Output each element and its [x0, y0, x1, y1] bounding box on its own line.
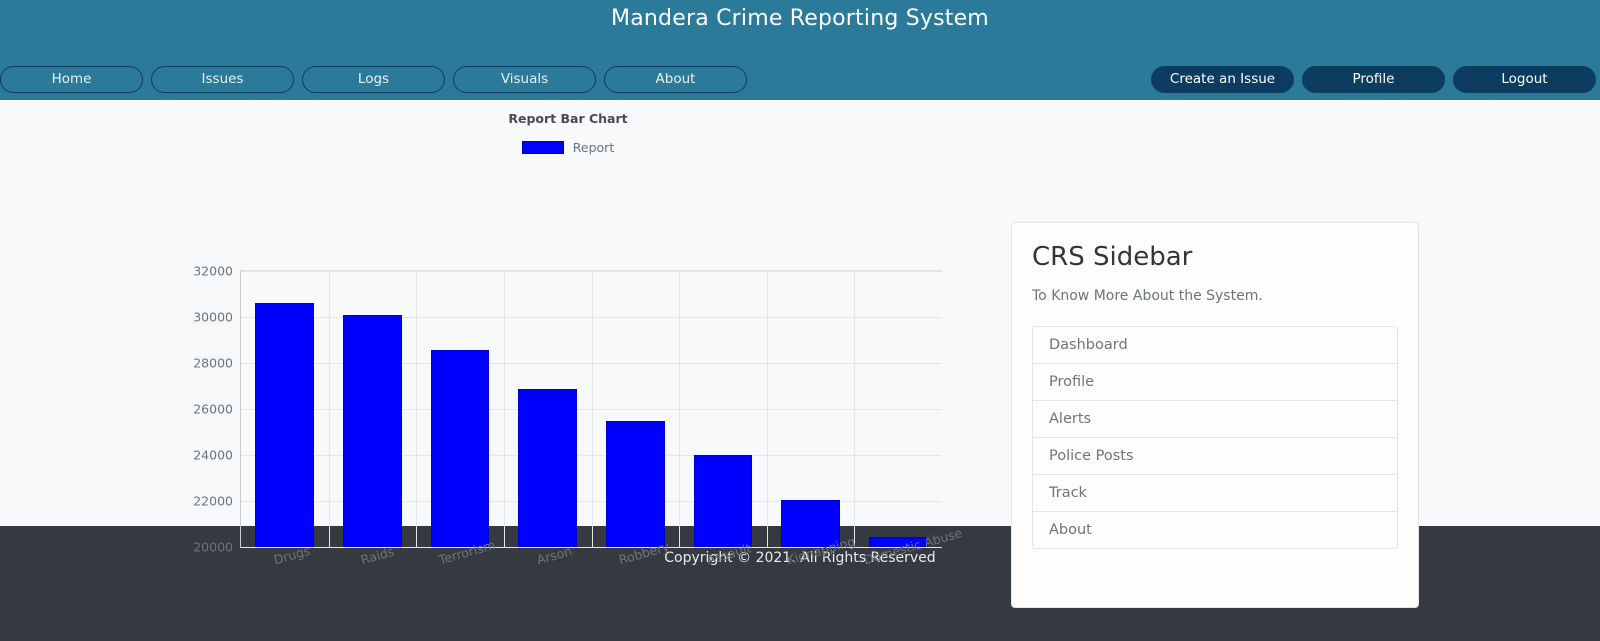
nav-item-logs[interactable]: Logs — [302, 66, 445, 93]
sidebar-item-police-posts[interactable]: Police Posts — [1033, 437, 1397, 475]
y-axis-tick: 20000 — [193, 539, 233, 555]
sidebar-subtitle: To Know More About the System. — [1032, 287, 1263, 304]
bar-slot: Domestic Abuse — [854, 271, 964, 567]
logout-button[interactable]: Logout — [1453, 66, 1596, 93]
bar-assault[interactable] — [693, 455, 753, 547]
bar-slot: Assault — [679, 271, 767, 567]
bar-drugs[interactable] — [255, 303, 315, 547]
page-title: Mandera Crime Reporting System — [611, 6, 989, 31]
bar-slot: Kidnapping — [767, 271, 856, 567]
y-axis-tick: 26000 — [193, 401, 233, 417]
profile-button[interactable]: Profile — [1302, 66, 1445, 93]
nav-item-about[interactable]: About — [604, 66, 747, 93]
y-axis-tick: 22000 — [193, 493, 233, 509]
bar-raids[interactable] — [343, 314, 402, 547]
bar-slot: Terrorism — [416, 271, 504, 567]
nav-item-issues[interactable]: Issues — [151, 66, 294, 93]
sidebar-list: Dashboard Profile Alerts Police Posts Track A… — [1032, 325, 1398, 549]
bar-slot: Drugs — [241, 271, 329, 567]
legend-label-report: Report — [572, 140, 615, 155]
legend-swatch-report — [521, 141, 564, 154]
chart-legend: Report — [0, 140, 1136, 155]
y-axis-tick: 32000 — [193, 263, 233, 279]
sidebar-item-profile[interactable]: Profile — [1033, 363, 1397, 401]
main-navigation: Home Issues Logs Visuals About Create an… — [0, 66, 1600, 93]
main-content: Report Bar Chart Report 20000 22000 24000 2… — [0, 100, 1600, 608]
nav-item-home[interactable]: Home — [0, 66, 143, 93]
chart-bars: Drugs Raids Terrorism Arson Robbery Assault Ki… — [241, 271, 964, 567]
create-issue-button[interactable]: Create an Issue — [1151, 66, 1294, 93]
nav-item-visuals[interactable]: Visuals — [453, 66, 596, 93]
y-axis-tick: 30000 — [193, 309, 233, 325]
bar-arson[interactable] — [518, 389, 578, 547]
sidebar-item-track[interactable]: Track — [1033, 474, 1397, 512]
bar-robbery[interactable] — [605, 420, 665, 547]
sidebar-item-dashboard[interactable]: Dashboard — [1033, 326, 1397, 364]
bar-slot: Arson — [504, 271, 592, 567]
y-axis-tick: 24000 — [193, 447, 233, 463]
chart-plot-area: 20000 22000 24000 26000 28000 30000 32000 Drug… — [193, 264, 964, 568]
bar-slot: Robbery — [592, 271, 680, 567]
sidebar-item-alerts[interactable]: Alerts — [1033, 400, 1397, 438]
nav-left-group: Home Issues Logs Visuals About — [0, 66, 747, 93]
nav-right-group: Create an Issue Profile Logout — [1151, 66, 1600, 93]
site-header: Mandera Crime Reporting System Home Issu… — [0, 0, 1600, 100]
sidebar-title: CRS Sidebar — [1032, 242, 1193, 272]
bar-terrorism[interactable] — [430, 350, 490, 547]
sidebar-item-about[interactable]: About — [1033, 511, 1397, 548]
crs-sidebar-card: CRS Sidebar To Know More About the Syste… — [1011, 222, 1419, 608]
bar-slot: Raids — [329, 271, 417, 567]
chart-title: Report Bar Chart — [508, 111, 628, 126]
y-axis-tick: 28000 — [193, 355, 233, 371]
